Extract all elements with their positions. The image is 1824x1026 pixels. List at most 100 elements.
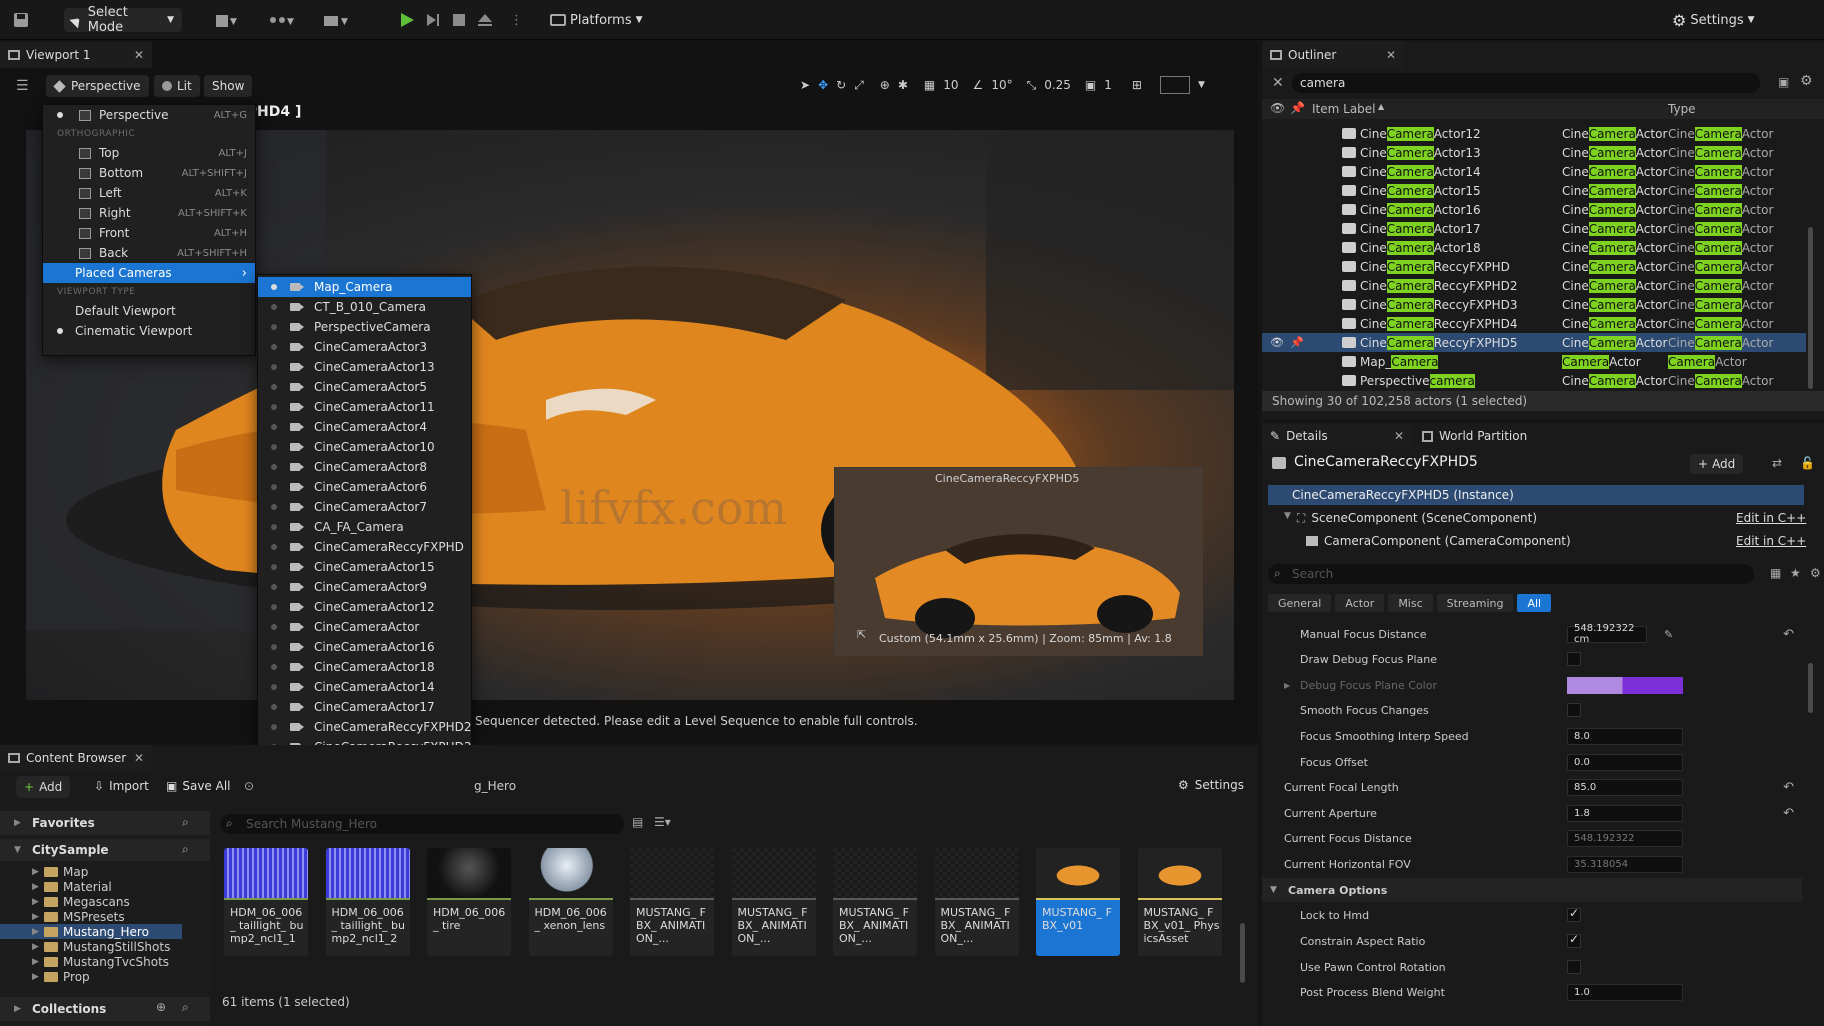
reset-to-default-icon[interactable]: ↶ (1783, 627, 1794, 642)
camera-item[interactable]: CineCameraActor6 (258, 477, 471, 497)
hamburger-icon[interactable]: ☰ (16, 78, 29, 94)
tab-world-partition[interactable]: World Partition (1414, 423, 1554, 449)
camera-item[interactable]: CineCameraActor17 (258, 697, 471, 717)
add-component-button[interactable]: + Add (1690, 454, 1744, 474)
folder-add-icon[interactable]: ▣ (1778, 75, 1789, 89)
close-icon[interactable]: ✕ (134, 48, 144, 62)
camera-item[interactable]: CineCameraActor14 (258, 677, 471, 697)
checkbox[interactable] (1567, 932, 1581, 948)
camera-item[interactable]: CineCameraActor10 (258, 437, 471, 457)
tab-viewport[interactable]: Viewport 1 ✕ (0, 42, 152, 68)
stop-icon[interactable] (450, 8, 468, 32)
view-menu-item-back[interactable]: Back ALT+SHIFT+H (43, 243, 255, 263)
prop-value-field[interactable]: 0.0 (1567, 753, 1683, 771)
prop-value-field[interactable]: 35.318054 (1567, 855, 1683, 873)
camera-item[interactable]: PerspectiveCamera (258, 317, 471, 337)
lock-icon[interactable]: 🔓 (1800, 456, 1815, 470)
expand-icon[interactable]: ▶ (32, 912, 44, 922)
scale-snap-value[interactable]: 0.25 (1044, 78, 1071, 92)
rotation-snap-value[interactable]: 10° (991, 78, 1012, 92)
close-icon[interactable]: ✕ (134, 751, 144, 765)
gear-icon[interactable]: ⚙ (1810, 566, 1821, 580)
column-type[interactable]: Type (1668, 102, 1696, 116)
surface-snap-icon[interactable]: ✱ (898, 78, 908, 92)
outliner-row[interactable]: Map_Camera CameraActor CameraActor (1262, 352, 1806, 371)
expand-icon[interactable]: ▶ (32, 972, 44, 982)
folder-item[interactable]: ▶ Mustang_Hero (0, 924, 182, 939)
outliner-row[interactable]: CineCameraActor15 CineCameraActor CineCame… (1262, 181, 1806, 200)
add-collection-icon[interactable]: ⊕ (156, 1000, 166, 1014)
view-menu-item-top[interactable]: Top ALT+J (43, 143, 255, 163)
checkbox[interactable] (1567, 960, 1581, 974)
filter-icon[interactable]: ☰▾ (654, 815, 671, 829)
view-menu-item-perspective[interactable]: Perspective ALT+G (43, 105, 255, 125)
camera-item[interactable]: Map_Camera (258, 277, 471, 297)
camera-item[interactable]: CineCameraActor18 (258, 657, 471, 677)
camera-item[interactable]: CineCameraReccyFXPHD2 (258, 717, 472, 737)
prop-value-field[interactable]: 1.0 (1567, 983, 1683, 1001)
reset-to-default-icon[interactable]: ↶ (1783, 806, 1794, 821)
breadcrumb-path[interactable]: g_Hero (474, 779, 516, 793)
camera-item[interactable]: CineCameraActor11 (258, 397, 471, 417)
view-menu-item-left[interactable]: Left ALT+K (43, 183, 255, 203)
default-viewport-item[interactable]: Default Viewport (43, 301, 255, 321)
expand-icon[interactable]: ▶ (32, 957, 44, 967)
save-icon[interactable] (12, 8, 30, 32)
history-icon[interactable]: ⊙ (244, 779, 254, 793)
expand-icon[interactable]: ▶ (32, 897, 44, 907)
grid-snap-value[interactable]: 10 (943, 78, 958, 92)
asset-tile[interactable]: HDM_06_006_ taillight_ bump2_ncl1_1 (224, 848, 308, 956)
folder-item[interactable]: ▶ Map (0, 864, 210, 879)
camera-item[interactable]: CT_B_010_Camera (258, 297, 471, 317)
asset-tile[interactable]: HDM_06_006_ tire (427, 848, 511, 956)
scale-tool-icon[interactable]: ⤢ (854, 78, 864, 93)
outliner-scrollbar[interactable] (1808, 227, 1813, 389)
favorites-header[interactable]: ▶ Favorites (0, 811, 210, 835)
asset-search-input[interactable]: ⌕ Search Mustang_Hero (220, 814, 624, 834)
outliner-row[interactable]: CineCameraActor13 CineCameraActor CineCame… (1262, 143, 1806, 162)
add-actor-icon[interactable]: ▼ (214, 8, 240, 32)
asset-tile[interactable]: MUSTANG_ FBX_ ANIMATION_... (731, 848, 816, 956)
blueprint-icon[interactable]: ▼ (268, 8, 294, 32)
folder-item[interactable]: ▶ MustangStillShots (0, 939, 210, 954)
camera-item[interactable]: CineCameraReccyFXPHD (258, 537, 471, 557)
settings-button[interactable]: ⚙ Settings ▼ (1672, 8, 1755, 32)
eject-icon[interactable] (476, 8, 494, 32)
pin-icon[interactable]: 📌 (1290, 336, 1304, 349)
blueprint-convert-icon[interactable]: ⇄ (1772, 456, 1782, 470)
folder-item[interactable]: ▶ Prop (0, 969, 210, 984)
filter-tab-misc[interactable]: Misc (1388, 594, 1433, 612)
camera-item[interactable]: CineCameraActor8 (258, 457, 471, 477)
world-space-icon[interactable]: ⊕ (880, 78, 890, 92)
column-item-label[interactable]: Item Label (1312, 102, 1376, 116)
expand-icon[interactable]: ▶ (32, 942, 44, 952)
outliner-row[interactable]: 👁 📌 CineCameraReccyFXPHD5 CineCameraActor Ci… (1262, 333, 1806, 352)
camera-item[interactable]: CineCameraActor5 (258, 377, 471, 397)
save-search-icon[interactable]: ▤ (632, 815, 643, 829)
preview-pin-icon[interactable]: ⇱ (857, 628, 866, 641)
expand-icon[interactable]: ▼ (1284, 511, 1291, 526)
camera-item[interactable]: CA_FA_Camera (258, 517, 471, 537)
translate-tool-icon[interactable]: ✥ (818, 78, 828, 92)
expand-icon[interactable]: ▶ (32, 867, 44, 877)
details-scrollbar[interactable] (1808, 663, 1813, 713)
asset-tile[interactable]: MUSTANG_ FBX_ ANIMATION_... (630, 848, 714, 956)
perspective-button[interactable]: Perspective (46, 75, 149, 97)
outliner-row[interactable]: CineCameraActor18 CineCameraActor CineCame… (1262, 238, 1806, 257)
camera-component-row[interactable]: CameraComponent (CameraComponent) (1306, 534, 1571, 548)
folder-item[interactable]: ▶ Material (0, 879, 210, 894)
camera-item[interactable]: CineCameraActor9 (258, 577, 471, 597)
step-icon[interactable] (424, 8, 442, 32)
camera-item[interactable]: CineCameraActor4 (258, 417, 471, 437)
checkbox[interactable] (1567, 652, 1581, 666)
outliner-row[interactable]: CineCameraActor17 CineCameraActor CineCame… (1262, 219, 1806, 238)
eyedropper-icon[interactable]: ✎ (1664, 628, 1673, 641)
edit-cpp-link[interactable]: Edit in C++ (1736, 511, 1806, 525)
add-button[interactable]: + Add (16, 776, 71, 798)
checkbox[interactable] (1567, 703, 1581, 717)
select-mode-button[interactable]: Select Mode ▼ (64, 5, 182, 35)
reset-to-default-icon[interactable]: ↶ (1783, 780, 1794, 795)
scene-component-row[interactable]: ▼ ⛶ SceneComponent (SceneComponent) (1284, 511, 1537, 526)
table-view-icon[interactable]: ▦ (1770, 566, 1781, 580)
expand-icon[interactable]: ▶ (32, 927, 44, 937)
